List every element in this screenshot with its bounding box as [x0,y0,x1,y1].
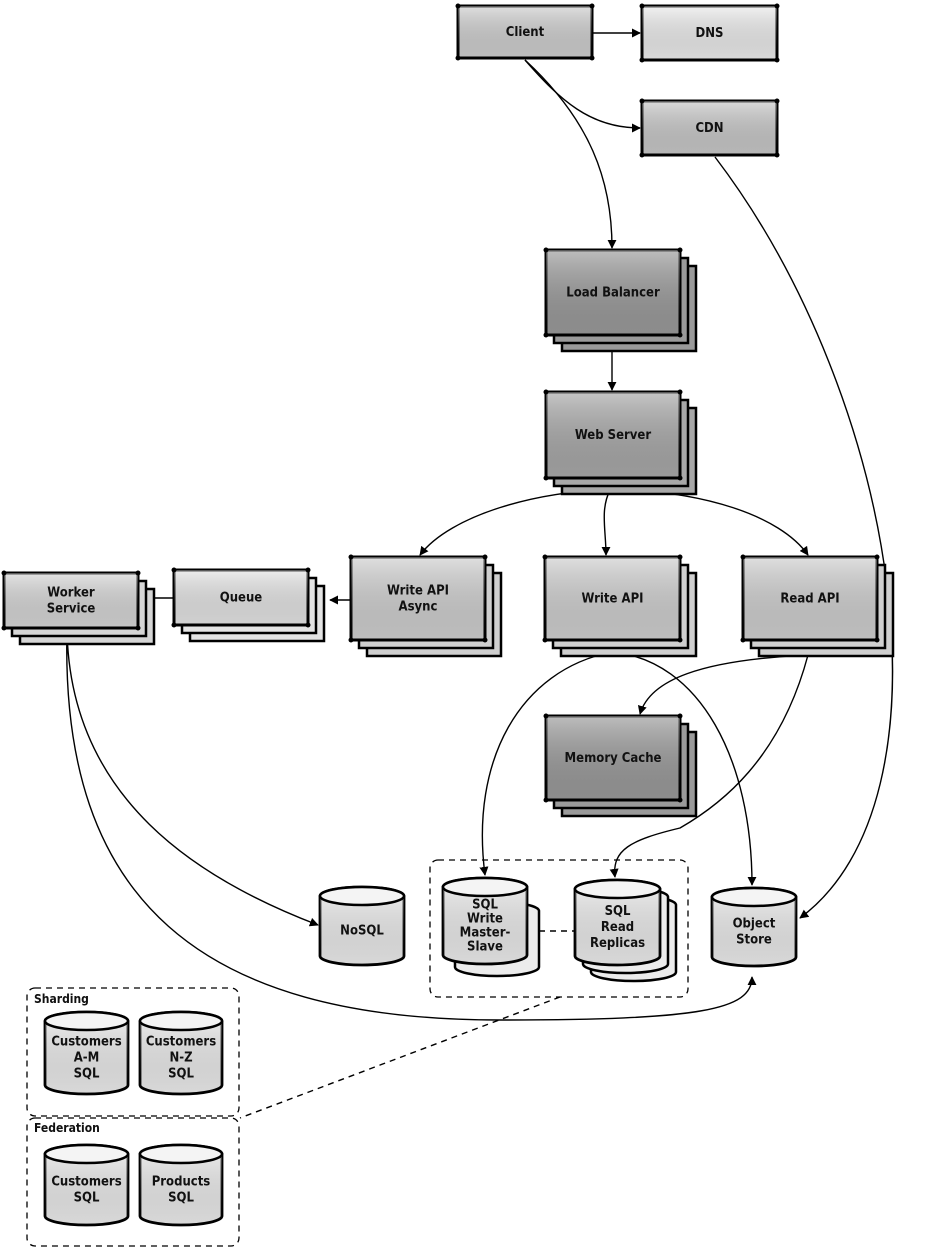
cylinder-top [43,1010,130,1032]
node-customers-sql: CustomersSQL [43,1143,130,1227]
node-worker-service: WorkerService [1,570,156,646]
architecture-diagram: Sharding Federation Client DNS CDN Load Bala… [1,3,895,1247]
node-label: Write API [387,584,449,599]
edge-web-server-to-write-api-async [419,489,613,556]
edge-web-server-to-write-api [601,489,611,556]
node-label: Service [47,602,96,617]
cylinder-top [318,885,406,907]
node-label: Write API [581,592,643,607]
federation-group-label: Federation [34,1121,100,1135]
node-web-server: Web Server [543,389,698,496]
node-label: Object [733,917,776,932]
node-label: N-Z [169,1051,192,1066]
node-label: Read API [780,592,839,607]
node-label: DNS [696,26,724,41]
node-write-api: Write API [542,554,698,658]
edge-worker-service-to-nosql [66,629,319,927]
cylinder-top [710,886,798,908]
node-label: SQL [168,1191,194,1206]
node-memory-cache: Memory Cache [543,713,698,818]
node-label: SQL [74,1067,100,1082]
node-client: Client [455,3,595,61]
node-label: Products [152,1175,211,1190]
cylinder-top [573,878,662,900]
node-label: CDN [695,121,723,136]
node-sql-write: SQLWriteMaster-Slave [441,876,541,978]
node-label: SQL [168,1067,194,1082]
node-sql-read: SQLReadReplicas [573,878,678,983]
sharding-group-label: Sharding [34,992,89,1006]
node-label: A-M [74,1051,100,1066]
node-label: NoSQL [340,924,384,939]
node-label: Load Balancer [566,286,660,301]
node-label: Master- [460,926,511,941]
edge-cdn-to-object-store [714,156,894,919]
node-label: Store [736,933,772,948]
node-label: SQL [472,898,498,913]
node-label: SQL [605,904,631,919]
node-write-api-async: Write APIAsync [348,554,503,658]
node-label: Web Server [575,428,652,443]
node-label: Customers [51,1035,121,1050]
node-label: Slave [467,940,503,955]
cylinder-top [441,876,529,898]
edge-client-to-load-balancer [524,59,617,249]
cylinder-top [138,1010,224,1032]
edge-read-api-to-memory-cache [637,654,809,715]
node-customers-nz: CustomersN-ZSQL [138,1010,224,1096]
node-queue: Queue [171,567,326,643]
node-label: Memory Cache [565,751,662,766]
node-label: Worker [47,586,95,601]
node-cdn: CDN [639,98,780,158]
node-label: Replicas [590,936,645,951]
cylinder-top [43,1143,130,1165]
node-customers-am: CustomersA-MSQL [43,1010,130,1096]
node-dns: DNS [639,3,780,63]
node-label: Client [506,25,545,40]
node-label: Customers [51,1175,121,1190]
node-object-store: ObjectStore [710,886,798,968]
node-label: Read [601,920,634,935]
edge-web-server-to-read-api [611,489,809,556]
node-products-sql: ProductsSQL [138,1143,224,1227]
node-label: Customers [146,1035,216,1050]
node-label: SQL [74,1191,100,1206]
node-label: Queue [220,591,263,606]
node-read-api: Read API [740,554,895,658]
node-label: Async [399,600,438,615]
node-nosql: NoSQL [318,885,406,967]
node-load-balancer: Load Balancer [543,247,698,353]
cylinder-top [138,1143,224,1165]
edge-client-to-cdn [524,59,641,133]
node-label: Write [467,912,503,927]
